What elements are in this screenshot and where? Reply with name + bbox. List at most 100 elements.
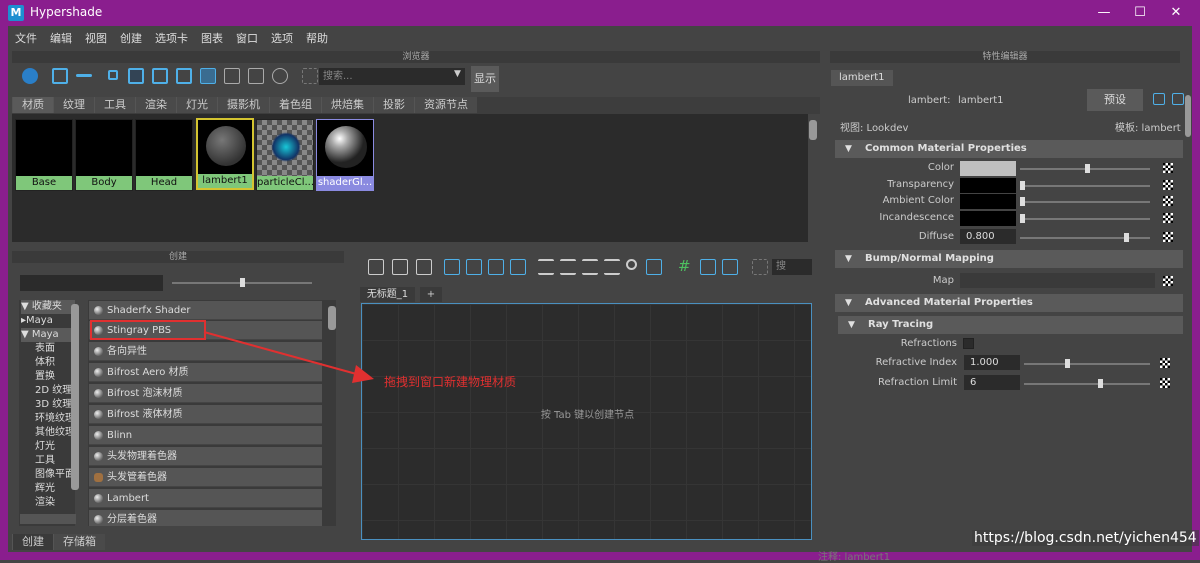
tree-maya-favorites[interactable]: ▸Maya — [21, 314, 75, 328]
output-connections-icon[interactable] — [488, 259, 504, 275]
input-connections-icon[interactable] — [444, 259, 460, 275]
transparency-slider[interactable] — [1020, 185, 1150, 187]
refractions-checkbox[interactable] — [963, 338, 974, 349]
presets-button[interactable]: 预设 — [1087, 89, 1143, 111]
tree-scrollbar[interactable] — [71, 304, 79, 490]
color-swatch[interactable] — [960, 161, 1016, 176]
slider-knob[interactable] — [1098, 379, 1103, 388]
close-button[interactable]: ✕ — [1166, 3, 1186, 23]
slider-knob[interactable] — [240, 278, 245, 287]
slider-knob[interactable] — [1065, 359, 1070, 368]
ambient-swatch[interactable] — [960, 194, 1016, 209]
tab-create[interactable]: 创建 — [12, 534, 53, 550]
swatch-particle-cloud[interactable]: particleCl... — [256, 119, 314, 191]
refractive-index-slider[interactable] — [1024, 363, 1150, 365]
ambient-slider[interactable] — [1020, 201, 1150, 203]
menu-view[interactable]: 视图 — [78, 27, 113, 46]
list-item[interactable]: Shaderfx Shader — [89, 301, 322, 320]
attr-scrollbar[interactable] — [1185, 95, 1191, 137]
search-icon[interactable] — [626, 259, 637, 270]
tree-2d-textures[interactable]: 2D 纹理 — [21, 384, 75, 398]
tree-displacement[interactable]: 置换 — [21, 370, 75, 384]
menu-window[interactable]: 窗口 — [229, 27, 264, 46]
section-advanced-material[interactable]: Advanced Material Properties — [835, 294, 1183, 312]
simple-mode-icon[interactable] — [538, 259, 554, 275]
focus-icon[interactable] — [1153, 93, 1165, 105]
tab-rendering[interactable]: 渲染 — [135, 97, 176, 113]
tree-utilities[interactable]: 工具 — [21, 454, 75, 468]
texture-map-icon[interactable] — [1163, 196, 1173, 206]
menu-tabs[interactable]: 选项卡 — [148, 27, 194, 46]
sort-by-time-icon[interactable] — [248, 68, 264, 84]
texture-map-icon[interactable] — [1163, 232, 1173, 242]
texture-map-icon[interactable] — [1160, 358, 1170, 368]
swatch-body[interactable]: Body — [75, 119, 133, 191]
node-search-input[interactable]: 搜 — [772, 259, 812, 275]
tab-asset-nodes[interactable]: 资源节点 — [414, 97, 477, 113]
sort-by-name-icon[interactable] — [200, 68, 216, 84]
slider-knob[interactable] — [1020, 197, 1025, 206]
large-swatch-icon[interactable] — [152, 68, 168, 84]
tab-lambert1[interactable]: lambert1 — [831, 70, 893, 86]
browser-search-input[interactable]: 搜索... — [319, 68, 465, 85]
tree-surface[interactable]: 表面 — [21, 342, 75, 356]
diffuse-slider[interactable] — [1020, 237, 1150, 239]
swatch-lambert1[interactable]: lambert1 — [196, 118, 254, 190]
tab-projections[interactable]: 投影 — [373, 97, 414, 113]
maximize-button[interactable]: ☐ — [1130, 3, 1150, 23]
full-mode-icon[interactable] — [582, 259, 598, 275]
browser-scrollbar[interactable] — [809, 120, 817, 140]
texture-map-icon[interactable] — [1163, 276, 1173, 286]
tree-hscrollbar[interactable] — [20, 514, 76, 524]
node-name-field[interactable]: lambert1 — [958, 95, 1004, 106]
add-tab-button[interactable]: + — [420, 287, 442, 302]
tree-lights[interactable]: 灯光 — [21, 440, 75, 454]
diffuse-field[interactable]: 0.800 — [960, 229, 1016, 244]
graph-snapshot-icon[interactable] — [722, 259, 738, 275]
tab-utilities[interactable]: 工具 — [94, 97, 135, 113]
frame-selection-icon[interactable] — [368, 259, 384, 275]
list-item[interactable]: 分层着色器 — [89, 510, 322, 526]
tree-3d-textures[interactable]: 3D 纹理 — [21, 398, 75, 412]
transparency-swatch[interactable] — [960, 178, 1016, 193]
swatch-shader-glow[interactable]: shaderGl... — [316, 119, 374, 191]
filter-icon[interactable] — [302, 68, 318, 84]
tree-favorites[interactable]: ▼ 收藏夹 — [21, 300, 75, 314]
grid-icon[interactable]: # — [678, 257, 691, 275]
slider-knob[interactable] — [1085, 164, 1090, 173]
incandescence-swatch[interactable] — [960, 211, 1016, 226]
medium-swatch-icon[interactable] — [128, 68, 144, 84]
texture-map-icon[interactable] — [1163, 180, 1173, 190]
input-output-icon[interactable] — [466, 259, 482, 275]
texture-map-icon[interactable] — [1163, 163, 1173, 173]
tree-glow[interactable]: 辉光 — [21, 482, 75, 496]
tree-other-textures[interactable]: 其他纹理 — [21, 426, 75, 440]
tree-volume[interactable]: 体积 — [21, 356, 75, 370]
tab-lights[interactable]: 灯光 — [176, 97, 217, 113]
list-item[interactable]: Lambert — [89, 489, 322, 508]
custom-mode-icon[interactable] — [604, 259, 620, 275]
connected-mode-icon[interactable] — [560, 259, 576, 275]
tree-rendering[interactable]: 渲染 — [21, 496, 75, 510]
chevron-down-icon[interactable]: ▼ — [454, 69, 461, 79]
refraction-limit-slider[interactable] — [1024, 383, 1150, 385]
refractive-index-field[interactable]: 1.000 — [964, 355, 1020, 370]
menu-edit[interactable]: 编辑 — [43, 27, 78, 46]
tree-env-textures[interactable]: 环境纹理 — [21, 412, 75, 426]
frame-right-icon[interactable] — [416, 259, 432, 275]
tab-bake-sets[interactable]: 烘焙集 — [321, 97, 373, 113]
texture-map-icon[interactable] — [1160, 378, 1170, 388]
view-icon[interactable] — [52, 68, 68, 84]
graph-filter-icon[interactable] — [752, 259, 768, 275]
sort-by-type-icon[interactable] — [224, 68, 240, 84]
tab-cameras[interactable]: 摄影机 — [217, 97, 269, 113]
section-common-material[interactable]: Common Material Properties — [835, 140, 1183, 158]
tree-image-planes[interactable]: 图像平面 — [21, 468, 75, 482]
clear-graph-icon[interactable] — [510, 259, 526, 275]
xlarge-swatch-icon[interactable] — [176, 68, 192, 84]
refresh-icon[interactable] — [272, 68, 288, 84]
snap-grid-icon[interactable] — [700, 259, 716, 275]
incandescence-slider[interactable] — [1020, 218, 1150, 220]
minimize-button[interactable]: — — [1094, 3, 1114, 23]
menu-options[interactable]: 选项 — [264, 27, 299, 46]
